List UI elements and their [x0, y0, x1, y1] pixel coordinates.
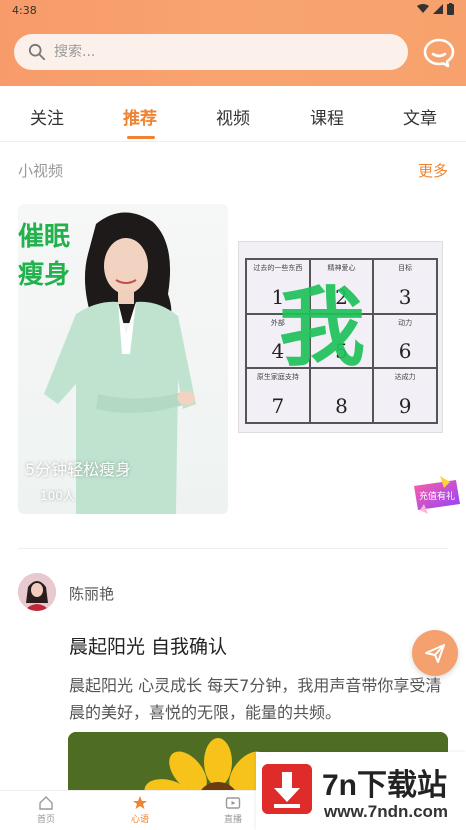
video-views: 100人 [40, 489, 75, 503]
section-title: 小视频 [18, 162, 64, 180]
grid-cell-label: 动力 [398, 318, 413, 327]
avatar[interactable] [18, 573, 56, 611]
section-divider [18, 548, 448, 549]
grid-cell-label: 精神爱心 [327, 264, 356, 272]
overlay-character: 我 [279, 278, 365, 378]
nav-heart-words[interactable]: 心语 [120, 795, 160, 825]
video-caption: 5分钟轻松瘦身 [25, 460, 132, 479]
gift-badge-icon[interactable]: 充值有礼 [410, 474, 462, 516]
post-title[interactable]: 晨起阳光 自我确认 [69, 632, 227, 659]
nav-home[interactable]: 首页 [26, 795, 66, 825]
status-bar: 4:38 [0, 0, 466, 22]
video-overlay-title-line-2: 瘦身 [18, 260, 71, 290]
nav-label: 首页 [36, 815, 55, 825]
tab-course[interactable]: 课程 [297, 104, 357, 129]
grid-cell-number: 9 [398, 394, 412, 418]
nav-label: 直播 [223, 815, 242, 825]
home-icon [39, 796, 53, 810]
post-author[interactable]: 陈丽艳 [69, 583, 114, 604]
site-watermark: 7n下载站 www.7ndn.com [256, 752, 466, 830]
post-body: 晨起阳光 心灵成长 每天7分钟，我用声音带你享受清晨的美好，喜悦的无限，能量的共… [69, 676, 442, 722]
grid-cell-number: 3 [398, 284, 412, 309]
watermark-url: www.7ndn.com [324, 802, 449, 821]
status-icons [417, 3, 454, 15]
live-icon [225, 797, 241, 809]
video-overlay-title: 催眠 瘦身 [18, 218, 70, 294]
video-card-2[interactable]: 过去的一些东西 1 精神爱心 2 目标 3 外部 4 5 动力 6 原生家庭支持 7 8 达… [238, 241, 443, 433]
category-tabs: 关注 推荐 视频 课程 文章 [0, 86, 466, 142]
status-time: 4:38 [12, 4, 37, 17]
grid-cell-number: 7 [271, 394, 285, 418]
message-icon[interactable] [422, 36, 456, 70]
video-overlay-title-line-1: 催眠 [18, 222, 71, 252]
paper-plane-icon [425, 644, 445, 663]
tab-video[interactable]: 视频 [203, 104, 263, 129]
wifi-icon [417, 4, 429, 13]
search-bar[interactable] [14, 34, 408, 70]
grid-cell: 达成力 9 [373, 368, 437, 423]
battery-icon [447, 3, 454, 15]
grid-cell-number: 8 [335, 394, 348, 418]
grid-cell-number: 6 [398, 339, 412, 364]
send-button[interactable] [412, 630, 458, 676]
gift-badge-label: 充值有礼 [419, 490, 455, 502]
grid-cell: 动力 6 [373, 313, 437, 369]
tab-follow[interactable]: 关注 [17, 104, 77, 129]
download-logo-icon [262, 764, 312, 814]
star-icon [133, 796, 147, 809]
grid-cell-label: 达成力 [394, 373, 416, 382]
grid-cell: 目标 3 [373, 259, 437, 314]
grid-cell-label: 目标 [398, 264, 413, 272]
nav-live[interactable]: 直播 [213, 795, 253, 825]
signal-icon [433, 4, 443, 14]
tab-recommend[interactable]: 推荐 [110, 104, 170, 129]
active-tab-indicator [127, 136, 155, 139]
avatar-image [18, 573, 56, 611]
search-icon [28, 43, 46, 61]
tab-article[interactable]: 文章 [390, 104, 450, 129]
watermark-name: 7n下载站 [322, 769, 448, 802]
search-input[interactable] [54, 44, 354, 60]
video-card-1[interactable]: 催眠 瘦身 5分钟轻松瘦身 100人 [18, 204, 228, 514]
grid-cell-label: 过去的一些东西 [253, 264, 303, 272]
more-link[interactable]: 更多 [418, 160, 448, 181]
nav-label: 心语 [130, 815, 149, 825]
